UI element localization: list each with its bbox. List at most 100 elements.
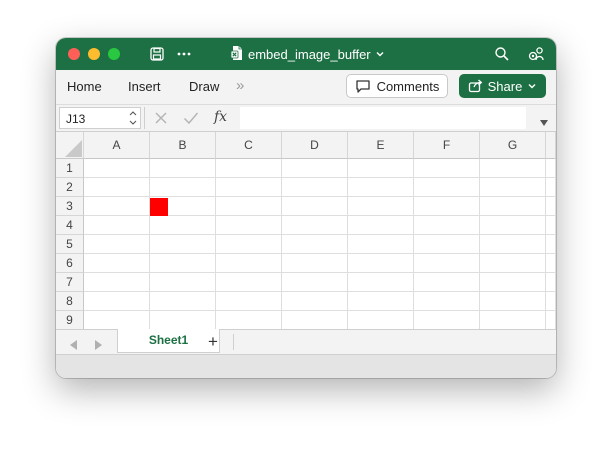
grid-cell[interactable]: [216, 197, 282, 216]
row-header-2[interactable]: 2: [56, 178, 84, 197]
column-header-d[interactable]: D: [282, 132, 348, 159]
grid-cell[interactable]: [546, 197, 556, 216]
embedded-image[interactable]: [150, 198, 168, 216]
grid-cell[interactable]: [282, 273, 348, 292]
name-box-stepper-icon[interactable]: [129, 109, 137, 130]
grid-cell[interactable]: [414, 235, 480, 254]
grid-cell[interactable]: [546, 159, 556, 178]
grid-cell[interactable]: [480, 311, 546, 329]
grid-cell[interactable]: [150, 254, 216, 273]
grid-cell[interactable]: [216, 292, 282, 311]
grid-cell[interactable]: [282, 254, 348, 273]
row-header-4[interactable]: 4: [56, 216, 84, 235]
add-sheet-button[interactable]: +: [208, 332, 218, 352]
grid-cell[interactable]: [546, 311, 556, 329]
grid-cell[interactable]: [414, 216, 480, 235]
column-header-partial[interactable]: [546, 132, 556, 159]
grid-cell[interactable]: [348, 216, 414, 235]
grid-cell[interactable]: [480, 235, 546, 254]
grid-cell[interactable]: [480, 178, 546, 197]
grid-cell[interactable]: [414, 178, 480, 197]
column-header-f[interactable]: F: [414, 132, 480, 159]
grid-cell[interactable]: [216, 311, 282, 329]
more-options-icon[interactable]: [175, 46, 193, 62]
account-settings-icon[interactable]: [527, 46, 545, 62]
grid-cell[interactable]: [84, 235, 150, 254]
grid-cell[interactable]: [84, 197, 150, 216]
grid-cell[interactable]: [84, 273, 150, 292]
more-tabs-icon[interactable]: »: [236, 77, 244, 94]
grid-cell[interactable]: [414, 197, 480, 216]
row-header-9[interactable]: 9: [56, 311, 84, 329]
grid-cell[interactable]: [84, 311, 150, 329]
grid-cell[interactable]: [414, 159, 480, 178]
grid-cell[interactable]: [216, 273, 282, 292]
grid-cell[interactable]: [84, 216, 150, 235]
close-window-button[interactable]: [68, 48, 80, 60]
grid-cell[interactable]: [546, 235, 556, 254]
insert-function-icon[interactable]: fx: [214, 109, 227, 125]
grid-cell[interactable]: [282, 178, 348, 197]
search-icon[interactable]: [494, 46, 512, 62]
scroll-left-icon[interactable]: [70, 337, 78, 355]
grid-cell[interactable]: [546, 178, 556, 197]
grid-cell[interactable]: [480, 273, 546, 292]
grid-cell[interactable]: [150, 178, 216, 197]
grid-cell[interactable]: [150, 311, 216, 329]
grid-cell[interactable]: [282, 216, 348, 235]
sheet-tab-sheet1[interactable]: Sheet1: [117, 329, 220, 353]
scroll-right-icon[interactable]: [94, 337, 102, 355]
tab-draw[interactable]: Draw: [189, 79, 219, 94]
grid-cell[interactable]: [348, 235, 414, 254]
row-header-1[interactable]: 1: [56, 159, 84, 178]
row-header-6[interactable]: 6: [56, 254, 84, 273]
save-icon[interactable]: [149, 46, 167, 62]
worksheet-grid[interactable]: A B C D E F G 1 2 3 4 5 6 7 8 9: [56, 132, 556, 329]
grid-cell[interactable]: [414, 292, 480, 311]
column-header-c[interactable]: C: [216, 132, 282, 159]
row-header-7[interactable]: 7: [56, 273, 84, 292]
grid-cell[interactable]: [84, 292, 150, 311]
formula-input[interactable]: [240, 107, 526, 129]
zoom-window-button[interactable]: [108, 48, 120, 60]
grid-cell[interactable]: [546, 216, 556, 235]
grid-cell[interactable]: [480, 292, 546, 311]
column-header-g[interactable]: G: [480, 132, 546, 159]
grid-cell[interactable]: [480, 254, 546, 273]
grid-cell[interactable]: [348, 254, 414, 273]
grid-cell[interactable]: [84, 159, 150, 178]
grid-cell[interactable]: [216, 159, 282, 178]
select-all-button[interactable]: [56, 132, 84, 159]
document-title[interactable]: embed_image_buffer: [230, 45, 385, 63]
grid-cell[interactable]: [216, 235, 282, 254]
grid-cell[interactable]: [84, 254, 150, 273]
grid-cell[interactable]: [282, 159, 348, 178]
enter-check-icon[interactable]: [183, 111, 199, 130]
grid-cell[interactable]: [414, 311, 480, 329]
minimize-window-button[interactable]: [88, 48, 100, 60]
grid-cell[interactable]: [546, 292, 556, 311]
grid-cell[interactable]: [216, 178, 282, 197]
grid-cell[interactable]: [150, 216, 216, 235]
expand-formula-icon[interactable]: [539, 114, 549, 132]
grid-cell[interactable]: [216, 216, 282, 235]
grid-cell[interactable]: [282, 235, 348, 254]
grid-cell[interactable]: [216, 254, 282, 273]
row-header-3[interactable]: 3: [56, 197, 84, 216]
grid-cell[interactable]: [414, 273, 480, 292]
grid-cell[interactable]: [348, 311, 414, 329]
grid-cell[interactable]: [348, 292, 414, 311]
grid-cell[interactable]: [282, 292, 348, 311]
grid-cell[interactable]: [480, 216, 546, 235]
grid-cell[interactable]: [414, 254, 480, 273]
row-header-5[interactable]: 5: [56, 235, 84, 254]
comments-button[interactable]: Comments: [346, 74, 448, 98]
grid-cell[interactable]: [84, 178, 150, 197]
grid-cell[interactable]: [480, 197, 546, 216]
grid-cell[interactable]: [348, 159, 414, 178]
row-header-8[interactable]: 8: [56, 292, 84, 311]
grid-cell[interactable]: [348, 273, 414, 292]
grid-cell[interactable]: [348, 178, 414, 197]
grid-cell[interactable]: [348, 197, 414, 216]
grid-cell[interactable]: [546, 273, 556, 292]
